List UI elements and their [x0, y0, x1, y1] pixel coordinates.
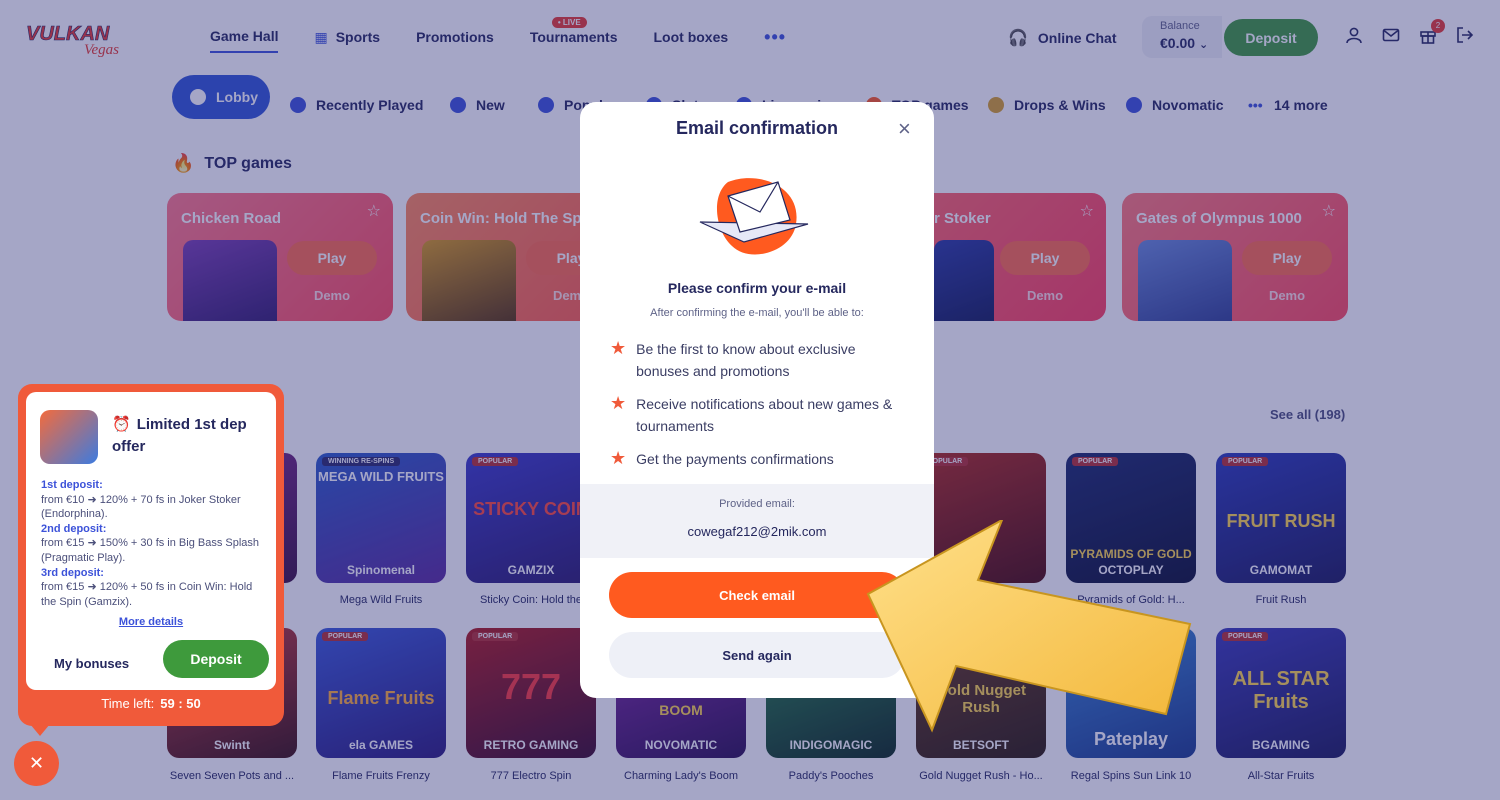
alarm-clock-icon: ⏰ [112, 416, 131, 433]
modal-subtitle: Please confirm your e-mail [667, 280, 847, 296]
promo-card: ⏰ Limited 1st dep offer 1st deposit: from… [26, 392, 276, 690]
more-details-link[interactable]: More details [26, 616, 276, 628]
provided-email-label: Provided email: [719, 498, 795, 510]
promo-panel: ⏰ Limited 1st dep offer 1st deposit: from… [18, 384, 284, 726]
paper-plane-envelope-illustration [699, 178, 809, 255]
benefit-item: ★ Get the payments confirmations [610, 448, 834, 468]
annotation-arrow [866, 520, 1192, 733]
close-icon[interactable]: × [898, 116, 911, 142]
promo-pointer [30, 724, 50, 736]
modal-title: Email confirmation [675, 118, 839, 138]
gift-bag-illustration [40, 410, 98, 464]
close-promo-button[interactable]: ✕ [14, 741, 59, 786]
promo-details: 1st deposit: from €10 ➜ 120% + 70 fs in … [41, 479, 260, 608]
my-bonuses-link[interactable]: My bonuses [54, 656, 129, 671]
promo-deposit-button[interactable]: Deposit [163, 640, 269, 678]
star-icon: ★ [610, 338, 627, 358]
benefit-item: ★ Receive notifications about new games &… [610, 393, 910, 437]
star-icon: ★ [610, 448, 627, 468]
modal-description: After confirming the e-mail, you'll be a… [650, 307, 864, 319]
promo-title: ⏰ Limited 1st dep offer [112, 416, 247, 455]
benefit-item: ★ Be the first to know about exclusive bo… [610, 338, 910, 382]
time-left: Time left: 59 : 50 [101, 696, 201, 711]
close-icon: ✕ [28, 753, 45, 773]
countdown-timer: 59 : 50 [160, 696, 201, 711]
star-icon: ★ [610, 393, 627, 413]
